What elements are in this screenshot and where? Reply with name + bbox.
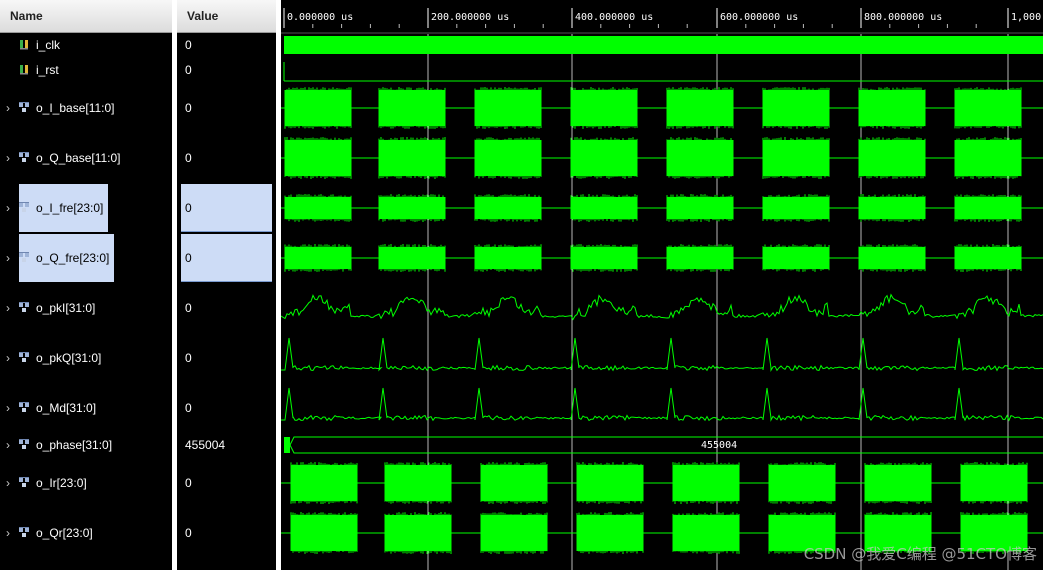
signal-value: 0 — [185, 351, 192, 365]
expand-chevron-icon[interactable]: › — [6, 347, 10, 369]
signal-name: i_rst — [36, 63, 59, 77]
signal-row[interactable]: i_clk — [0, 34, 172, 56]
signal-value: 0 — [185, 63, 192, 77]
signal-name: o_pkI[31:0] — [36, 301, 96, 315]
waveform-trace[interactable] — [281, 462, 1043, 504]
signal-value: 0 — [185, 101, 192, 115]
bit-signal-icon — [20, 65, 28, 75]
signal-value-row[interactable]: 455004 — [177, 434, 276, 456]
waveform-pane[interactable]: 0.000000 us 200.000000 us 400.000000 us 600… — [281, 0, 1043, 570]
expand-chevron-icon[interactable]: › — [6, 197, 10, 219]
bus-signal-icon — [19, 439, 29, 449]
watermark: CSDN @我爱C编程 @51CTO博客 — [803, 545, 1037, 563]
name-column-header[interactable]: Name — [0, 0, 172, 33]
signal-name: o_I_base[11:0] — [36, 101, 115, 115]
bus-signal-icon — [19, 202, 29, 212]
time-tick-label: 800.000000 us — [864, 12, 942, 23]
waveform-trace[interactable] — [281, 137, 1043, 179]
signal-value-row[interactable]: 0 — [177, 147, 276, 169]
expand-chevron-icon[interactable]: › — [6, 297, 10, 319]
bus-signal-icon — [19, 102, 29, 112]
signal-name: o_Md[31:0] — [36, 401, 97, 415]
bus-value-label: 455004 — [701, 440, 737, 451]
signal-row[interactable]: › o_Q_base[11:0] — [0, 147, 172, 169]
signal-value-row[interactable]: 0 — [177, 297, 276, 319]
signal-name: o_Q_fre[23:0] — [36, 251, 110, 265]
expand-chevron-icon[interactable]: › — [6, 247, 10, 269]
signal-row[interactable]: › o_Qr[23:0] — [0, 522, 172, 544]
waveform-canvas[interactable]: 0.000000 us 200.000000 us 400.000000 us 600… — [281, 0, 1043, 570]
waveform-trace[interactable] — [281, 293, 1043, 321]
signal-value: 0 — [185, 401, 192, 415]
time-tick-label: 1,000. — [1011, 12, 1043, 23]
signal-value: 0 — [185, 476, 192, 490]
value-pane: Value 0 0 0 0 0 0 0 0 0 455004 0 0 — [177, 0, 276, 570]
bus-signal-icon — [19, 252, 29, 262]
signal-name: o_Q_base[11:0] — [36, 151, 121, 165]
signal-value: 0 — [185, 251, 192, 265]
signal-value-row[interactable]: 0 — [177, 34, 276, 56]
signal-row[interactable]: › o_I_base[11:0] — [0, 97, 172, 119]
signal-value-row[interactable]: 0 — [177, 247, 276, 269]
signal-row[interactable]: › o_Ir[23:0] — [0, 472, 172, 494]
time-tick-label: 400.000000 us — [575, 12, 653, 23]
waveform-trace[interactable] — [283, 62, 1043, 82]
time-tick-label: 600.000000 us — [720, 12, 798, 23]
signal-value: 0 — [185, 151, 192, 165]
signal-value: 0 — [185, 201, 192, 215]
expand-chevron-icon[interactable]: › — [6, 397, 10, 419]
signal-row[interactable]: › o_Md[31:0] — [0, 397, 172, 419]
expand-chevron-icon[interactable]: › — [6, 472, 10, 494]
signal-value: 0 — [185, 38, 192, 52]
waveform-trace[interactable] — [281, 337, 1043, 372]
signal-value-row[interactable]: 0 — [177, 397, 276, 419]
expand-chevron-icon[interactable]: › — [6, 434, 10, 456]
signal-row[interactable]: › o_pkQ[31:0] — [0, 347, 172, 369]
name-pane: Name i_clk i_rst › o_I_base[11:0] › o_Q_ba… — [0, 0, 172, 570]
signal-value-row[interactable]: 0 — [177, 347, 276, 369]
waveform-trace[interactable] — [281, 194, 1043, 222]
signal-row[interactable]: › o_I_fre[23:0] — [0, 197, 172, 219]
signal-name: o_Qr[23:0] — [36, 526, 93, 540]
bus-signal-icon — [19, 477, 29, 487]
bus-signal-icon — [19, 302, 29, 312]
bus-signal-icon — [19, 152, 29, 162]
bus-signal-icon — [19, 527, 29, 537]
waveform-trace[interactable]: 455004 — [284, 436, 1043, 454]
signal-name: i_clk — [36, 38, 61, 52]
bit-signal-icon — [20, 40, 28, 50]
expand-chevron-icon[interactable]: › — [6, 147, 10, 169]
bus-signal-icon — [19, 402, 29, 412]
signal-value-row[interactable]: 0 — [177, 522, 276, 544]
time-tick-label: 200.000000 us — [431, 12, 509, 23]
signal-value-row[interactable]: 0 — [177, 472, 276, 494]
expand-chevron-icon[interactable]: › — [6, 97, 10, 119]
signal-value-row[interactable]: 0 — [177, 59, 276, 81]
signal-value-row[interactable]: 0 — [177, 197, 276, 219]
signal-value-row[interactable]: 0 — [177, 97, 276, 119]
signal-name: o_Ir[23:0] — [36, 476, 87, 490]
signal-name: o_phase[31:0] — [36, 438, 113, 452]
signal-row[interactable]: › o_Q_fre[23:0] — [0, 247, 172, 269]
bus-signal-icon — [19, 352, 29, 362]
signal-name: o_pkQ[31:0] — [36, 351, 102, 365]
signal-name: o_I_fre[23:0] — [36, 201, 104, 215]
expand-chevron-icon[interactable]: › — [6, 522, 10, 544]
signal-value: 0 — [185, 301, 192, 315]
waveform-trace[interactable] — [284, 36, 1043, 54]
signal-value: 455004 — [185, 438, 226, 452]
time-tick-label: 0.000000 us — [287, 12, 353, 23]
signal-row[interactable]: › o_pkI[31:0] — [0, 297, 172, 319]
value-column-header[interactable]: Value — [177, 0, 276, 33]
waveform-trace[interactable] — [281, 87, 1043, 129]
signal-value: 0 — [185, 526, 192, 540]
signal-row[interactable]: i_rst — [0, 59, 172, 81]
waveform-trace[interactable] — [281, 244, 1043, 272]
waveform-trace[interactable] — [281, 387, 1043, 422]
signal-row[interactable]: › o_phase[31:0] — [0, 434, 172, 456]
